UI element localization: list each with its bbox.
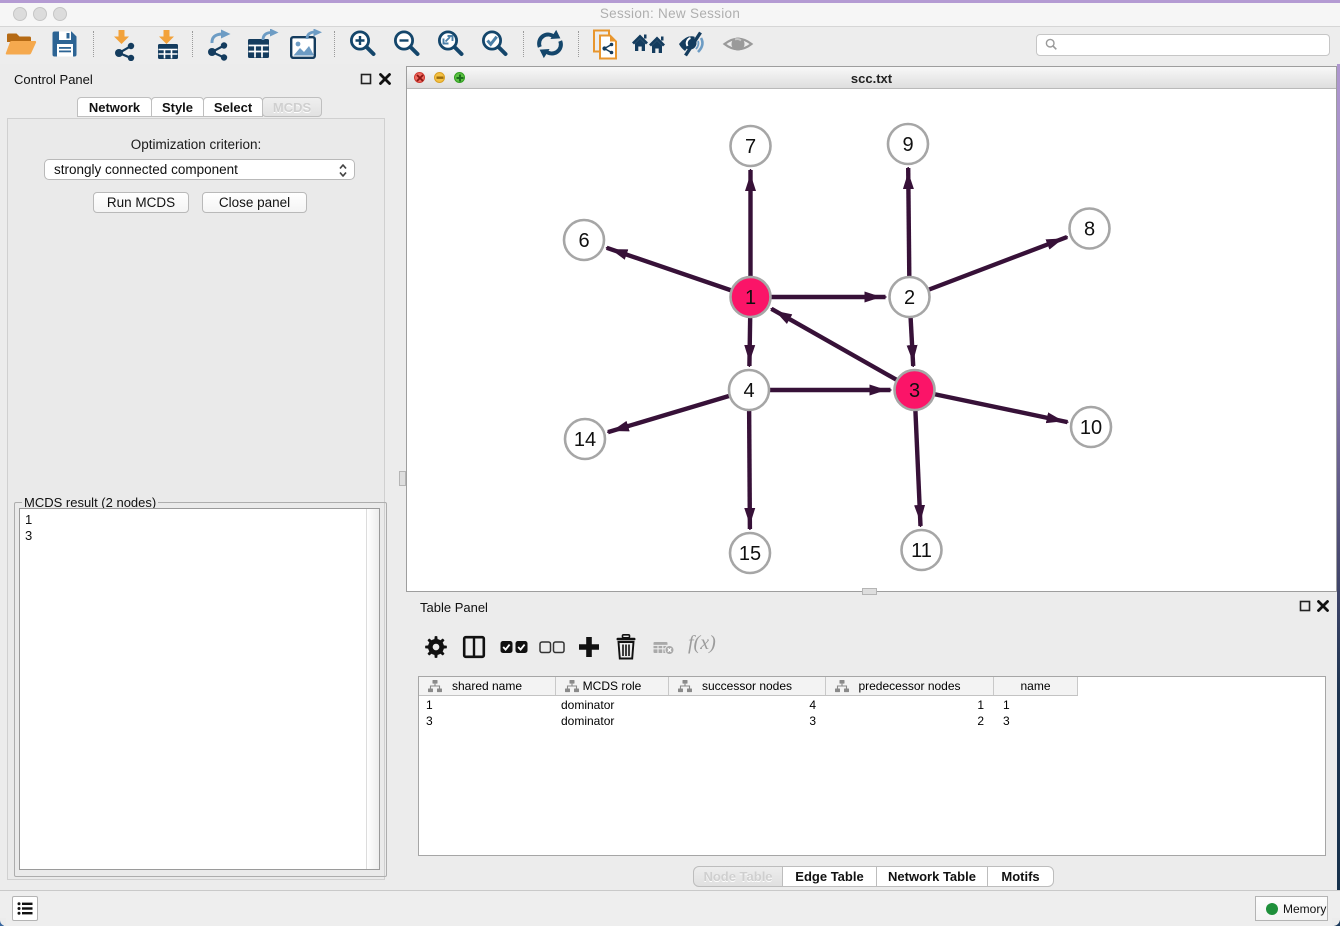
svg-text:15: 15 <box>739 543 761 565</box>
svg-text:8: 8 <box>1084 219 1095 241</box>
svg-text:9: 9 <box>902 134 913 156</box>
svg-text:1: 1 <box>745 287 756 309</box>
svg-text:3: 3 <box>909 380 920 402</box>
svg-text:14: 14 <box>574 429 596 451</box>
svg-text:2: 2 <box>904 287 915 309</box>
svg-text:4: 4 <box>743 380 754 402</box>
svg-text:11: 11 <box>911 540 932 562</box>
svg-text:10: 10 <box>1080 417 1102 439</box>
svg-text:7: 7 <box>745 136 756 158</box>
svg-text:6: 6 <box>578 230 589 252</box>
